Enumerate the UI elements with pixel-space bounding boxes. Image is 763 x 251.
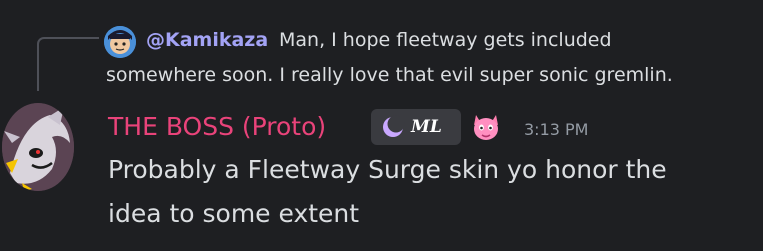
reply-author[interactable]: @Kamikaza bbox=[146, 29, 268, 51]
reply-avatar[interactable] bbox=[104, 26, 136, 58]
username[interactable]: THE BOSS (Proto) bbox=[108, 112, 326, 141]
crescent-moon-icon bbox=[383, 115, 405, 137]
user-avatar[interactable] bbox=[2, 103, 74, 191]
guild-tag-text: ML bbox=[411, 117, 442, 137]
message-content-line-1: Probably a Fleetway Surge skin yo honor … bbox=[108, 155, 667, 184]
message-content-line-2: idea to some extent bbox=[108, 199, 360, 228]
guild-tag-badge[interactable]: ML bbox=[371, 109, 461, 145]
message-timestamp[interactable]: 3:13 PM bbox=[524, 120, 588, 139]
reply-text-line-2[interactable]: somewhere soon. I really love that evil … bbox=[106, 64, 673, 86]
pink-creature-role-icon[interactable] bbox=[470, 109, 502, 143]
reply-connector bbox=[37, 37, 99, 91]
reply-text-line-1[interactable]: Man, I hope fleetway gets included bbox=[279, 29, 612, 51]
